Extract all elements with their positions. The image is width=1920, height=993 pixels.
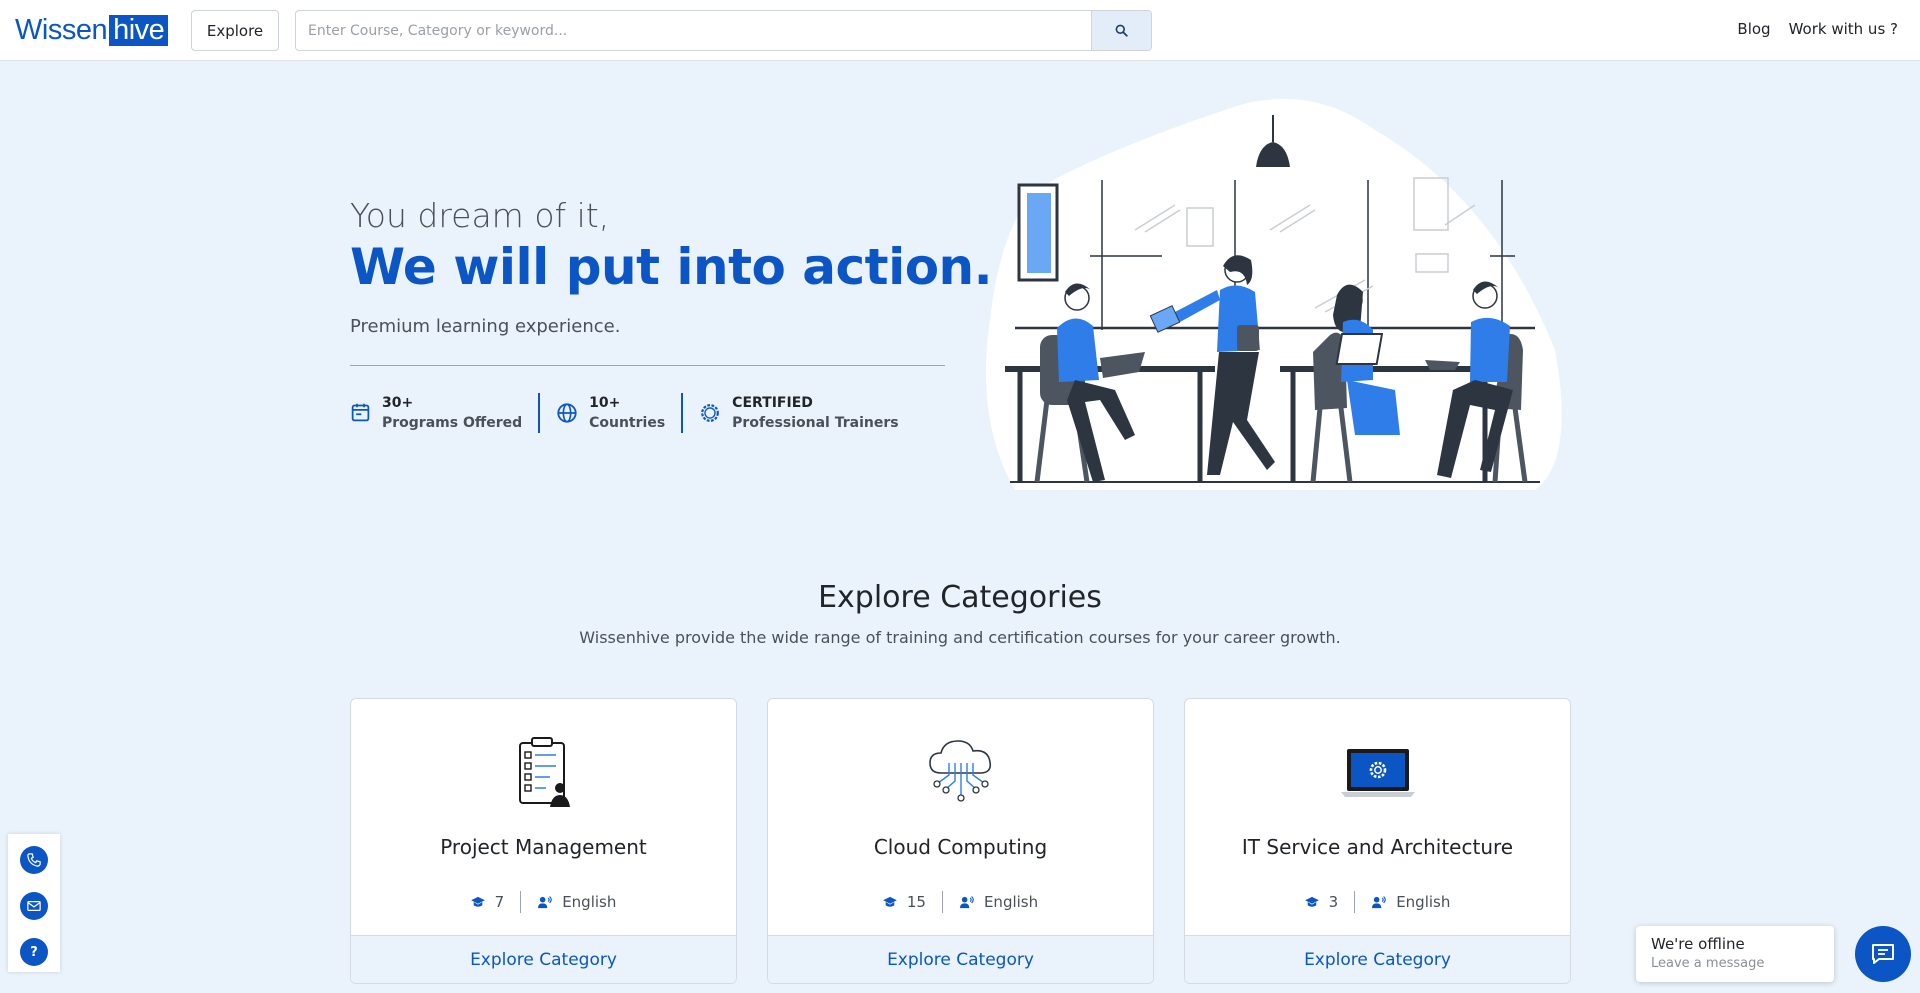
wissenhive-logo[interactable]: Wissen hive — [15, 14, 169, 46]
search-bar — [295, 10, 1152, 51]
stat-certified: CERTIFIED Professional Trainers — [681, 392, 914, 433]
category-card-cloud-computing[interactable]: Cloud Computing 15 English Explore Categ… — [767, 698, 1154, 984]
graduation-cap-icon — [470, 896, 485, 907]
graduation-cap-icon — [1304, 896, 1319, 907]
hero-tagline: Premium learning experience. — [350, 316, 621, 337]
chat-prompt: Leave a message — [1651, 956, 1765, 971]
chat-status: We're offline — [1651, 935, 1745, 953]
search-button[interactable] — [1091, 11, 1151, 50]
course-language: English — [562, 893, 617, 911]
clipboard-checklist-icon — [518, 737, 570, 807]
nav-link-blog[interactable]: Blog — [1737, 20, 1770, 38]
explore-category-link[interactable]: Explore Category — [351, 935, 736, 983]
top-navbar: Wissen hive Explore Blog Work with us ? — [0, 0, 1920, 61]
hero-title: We will put into action. — [350, 238, 993, 296]
graduation-cap-icon — [883, 896, 897, 907]
chat-status-bubble[interactable]: We're offline Leave a message — [1636, 926, 1834, 982]
explore-category-link[interactable]: Explore Category — [1185, 935, 1570, 983]
category-meta: 3 English — [1185, 891, 1570, 913]
email-button[interactable] — [20, 892, 48, 920]
category-card-it-service-architecture[interactable]: IT Service and Architecture 3 English Ex… — [1184, 698, 1571, 984]
phone-icon — [27, 853, 41, 867]
logo-text-wissen: Wissen — [15, 14, 108, 46]
laptop-gear-icon — [1340, 749, 1415, 797]
side-contact-bar: ? — [8, 834, 60, 972]
chat-icon — [1872, 944, 1894, 964]
category-name: Project Management — [440, 835, 647, 859]
speaker-icon — [1372, 895, 1386, 908]
speaker-icon — [959, 895, 974, 908]
stat-countries: 10+ Countries — [538, 392, 681, 433]
search-input[interactable] — [296, 11, 1091, 50]
course-language: English — [1396, 893, 1451, 911]
stat-label: Professional Trainers — [732, 414, 899, 431]
search-icon — [1115, 24, 1128, 37]
category-name: IT Service and Architecture — [1241, 835, 1514, 859]
category-meta: 15 English — [768, 891, 1153, 913]
explore-button[interactable]: Explore — [191, 10, 279, 51]
categories-title: Explore Categories — [818, 580, 1102, 615]
hero-stats: 30+ Programs Offered 10+ Countries CERTI… — [350, 392, 915, 433]
badge-icon — [701, 403, 720, 422]
office-team-illustration — [985, 98, 1562, 490]
category-meta: 7 English — [351, 891, 736, 913]
course-count: 7 — [494, 893, 505, 911]
category-cards: Project Management 7 English Explore Cat… — [350, 698, 1571, 984]
hero-subtitle: You dream of it, — [350, 196, 610, 235]
explore-category-link[interactable]: Explore Category — [768, 935, 1153, 983]
speaker-icon — [538, 895, 552, 908]
mail-icon — [27, 901, 41, 911]
logo-text-hive: hive — [109, 15, 169, 46]
category-card-project-management[interactable]: Project Management 7 English Explore Cat… — [350, 698, 737, 984]
stat-value: 30+ — [382, 394, 414, 411]
calendar-icon — [351, 403, 370, 422]
stat-label: Countries — [589, 414, 666, 431]
help-icon: ? — [30, 944, 38, 960]
categories-description: Wissenhive provide the wide range of tra… — [579, 628, 1341, 647]
phone-button[interactable] — [20, 846, 48, 874]
stat-value: 10+ — [589, 394, 621, 411]
nav-link-work-with-us[interactable]: Work with us ? — [1789, 20, 1898, 38]
category-name: Cloud Computing — [873, 835, 1048, 859]
cloud-network-icon — [928, 740, 991, 802]
help-button[interactable]: ? — [20, 938, 48, 966]
hero-divider — [350, 365, 945, 366]
stat-programs: 30+ Programs Offered — [350, 393, 538, 433]
globe-icon — [557, 402, 577, 423]
course-count: 3 — [1328, 893, 1339, 911]
chat-launcher-button[interactable] — [1855, 926, 1911, 982]
stat-label: Programs Offered — [382, 414, 523, 431]
course-count: 15 — [906, 893, 926, 911]
stat-value: CERTIFIED — [732, 394, 813, 411]
nav-links: Blog Work with us ? — [1737, 20, 1898, 38]
course-language: English — [983, 893, 1039, 911]
